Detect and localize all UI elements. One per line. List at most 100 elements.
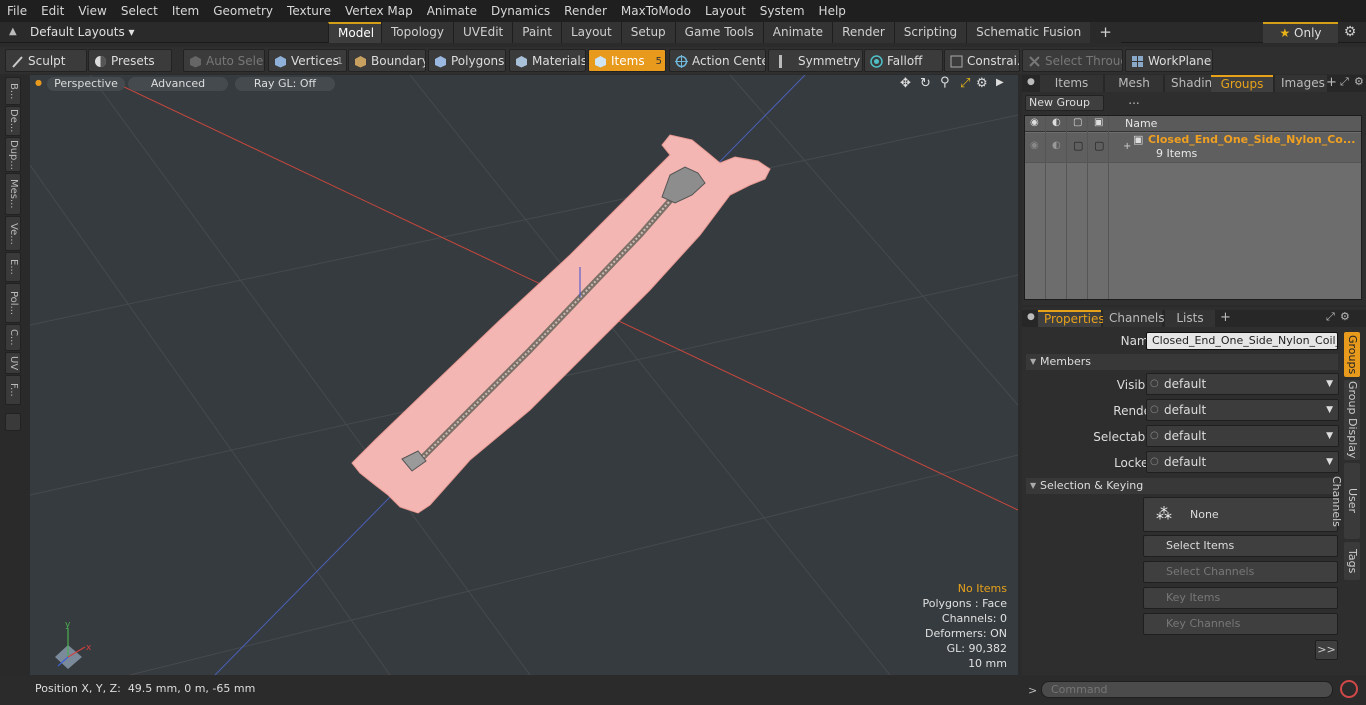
tab-setup[interactable]: Setup [620, 22, 675, 43]
layout-selector[interactable]: Default Layouts ▾ [30, 22, 135, 43]
sculpt-button[interactable]: Sculpt [5, 49, 87, 72]
selection-keying-section-header[interactable]: ▼ Selection & Keying [1026, 478, 1338, 494]
members-section-header[interactable]: ▼ Members [1026, 354, 1338, 370]
zoom-view-icon[interactable]: ⚲ [940, 75, 950, 90]
properties-expand-icon[interactable]: ⤢ [1326, 310, 1335, 324]
properties-dot-icon[interactable]: ● [1027, 312, 1035, 322]
left-tab-toggle[interactable] [5, 413, 21, 431]
menu-view[interactable]: View [71, 0, 113, 22]
select-header-icon[interactable]: ▢ [1073, 117, 1082, 128]
items-button[interactable]: Items 5 [588, 49, 666, 72]
menu-dynamics[interactable]: Dynamics [484, 0, 557, 22]
tab-properties[interactable]: Properties [1038, 310, 1105, 327]
lock-header-icon[interactable]: ▣ [1094, 117, 1103, 128]
menu-animate[interactable]: Animate [420, 0, 484, 22]
side-tab-groups[interactable]: Groups [1344, 332, 1360, 377]
workplane-button[interactable]: WorkPlane [1125, 49, 1213, 72]
tab-images[interactable]: Images [1275, 75, 1327, 92]
group-name-field[interactable]: Closed_End_One_Side_Nylon_Coil_Zip [1146, 332, 1338, 350]
menu-render[interactable]: Render [557, 0, 614, 22]
menu-file[interactable]: File [0, 0, 34, 22]
tab-schematic-fusion[interactable]: Schematic Fusion [966, 22, 1091, 43]
side-tab-tags[interactable]: Tags [1344, 542, 1360, 580]
menu-select[interactable]: Select [114, 0, 165, 22]
left-tab-basic[interactable]: B... [5, 77, 21, 105]
left-tab-mesh-edit[interactable]: Mes... [5, 173, 21, 215]
viewport-settings-icon[interactable]: ⚙ [976, 76, 988, 91]
falloff-button[interactable]: Falloff [864, 49, 943, 72]
left-tab-uv[interactable]: UV [5, 352, 21, 374]
materials-button[interactable]: Materials [509, 49, 586, 72]
panel-expand-icon[interactable]: ⤢ [1340, 75, 1349, 89]
tab-lists[interactable]: Lists [1165, 310, 1215, 327]
render-dropdown[interactable]: ○ default ▼ [1146, 399, 1339, 421]
auto-select-button[interactable]: Auto Select [183, 49, 265, 72]
record-macro-icon[interactable] [1340, 680, 1358, 698]
rotate-view-icon[interactable]: ↻ [920, 76, 931, 91]
menu-item[interactable]: Item [165, 0, 206, 22]
tab-model[interactable]: Model [328, 22, 381, 43]
tab-channels[interactable]: Channels [1103, 310, 1165, 327]
raygl-toggle[interactable]: Ray GL: Off [235, 77, 335, 91]
tab-items[interactable]: Items [1040, 75, 1103, 92]
menu-texture[interactable]: Texture [280, 0, 338, 22]
left-tab-fusion[interactable]: F... [5, 375, 21, 405]
more-button[interactable]: >> [1315, 640, 1338, 660]
tab-render[interactable]: Render [832, 22, 894, 43]
left-tab-deform[interactable]: De... [5, 106, 21, 136]
locked-dropdown[interactable]: ○ default ▼ [1146, 451, 1339, 473]
side-tab-user-channels[interactable]: User Channels [1330, 463, 1360, 539]
expand-icon[interactable]: + [1123, 141, 1131, 152]
boundary-button[interactable]: Boundary [348, 49, 426, 72]
menu-geometry[interactable]: Geometry [206, 0, 280, 22]
add-properties-tab-icon[interactable]: + [1220, 310, 1231, 325]
select-through-button[interactable]: Select Through [1022, 49, 1123, 72]
left-tab-edge[interactable]: E... [5, 252, 21, 282]
tab-animate[interactable]: Animate [762, 22, 833, 43]
tab-uvedit[interactable]: UVEdit [453, 22, 513, 43]
menu-maxtomodo[interactable]: MaxToModo [614, 0, 698, 22]
action-center-button[interactable]: Action Center [669, 49, 766, 72]
symmetry-button[interactable]: Symmetry [768, 49, 863, 72]
left-tab-vertex[interactable]: Ve... [5, 216, 21, 251]
select-mode-none-button[interactable]: ⁂ None [1143, 497, 1338, 532]
panel-gear-icon[interactable]: ⚙ [1354, 75, 1364, 88]
layout-up-icon[interactable]: ▲ [9, 26, 17, 37]
menu-edit[interactable]: Edit [34, 0, 71, 22]
viewport-dot-icon[interactable]: ● [35, 78, 42, 87]
select-channels-button[interactable]: Select Channels [1143, 561, 1338, 583]
tab-topology[interactable]: Topology [381, 22, 453, 43]
left-tab-polygon[interactable]: Pol... [5, 283, 21, 323]
gear-icon[interactable]: ⚙ [1340, 22, 1360, 43]
add-tab-button[interactable]: + [1090, 22, 1121, 43]
group-visibility-icon[interactable]: ◉ [1030, 140, 1039, 151]
menu-system[interactable]: System [753, 0, 812, 22]
menu-vertex-map[interactable]: Vertex Map [338, 0, 420, 22]
group-render-icon[interactable]: ◐ [1052, 140, 1061, 151]
new-group-button[interactable]: New Group [1025, 95, 1104, 111]
only-toggle[interactable]: ★ Only [1263, 22, 1338, 43]
tab-groups[interactable]: Groups [1211, 75, 1273, 92]
shading-mode-selector[interactable]: Advanced [128, 77, 228, 91]
polygons-button[interactable]: Polygons [428, 49, 506, 72]
tab-paint[interactable]: Paint [512, 22, 561, 43]
constraints-button[interactable]: Constrai... [944, 49, 1020, 72]
presets-button[interactable]: Presets [88, 49, 172, 72]
selectable-dropdown[interactable]: ○ default ▼ [1146, 425, 1339, 447]
visible-dropdown[interactable]: ○ default ▼ [1146, 373, 1339, 395]
view-mode-selector[interactable]: Perspective [47, 77, 125, 91]
left-tab-duplicate[interactable]: Dup... [5, 137, 21, 172]
select-items-button[interactable]: Select Items [1143, 535, 1338, 557]
command-input[interactable] [1041, 681, 1333, 698]
panel-dot-icon[interactable]: ● [1027, 77, 1035, 87]
tab-game-tools[interactable]: Game Tools [674, 22, 763, 43]
tab-scripting[interactable]: Scripting [893, 22, 967, 43]
menu-layout[interactable]: Layout [698, 0, 753, 22]
key-channels-button[interactable]: Key Channels [1143, 613, 1338, 635]
add-panel-tab-icon[interactable]: + [1326, 75, 1337, 90]
side-tab-group-display[interactable]: Group Display [1344, 380, 1360, 460]
viewport-expand-icon[interactable]: ▶ [996, 77, 1004, 88]
3d-viewport[interactable]: y x ● Perspective Advanced Ray GL: Off ✥… [30, 75, 1018, 675]
left-tab-curve[interactable]: C... [5, 324, 21, 351]
render-header-icon[interactable]: ◐ [1052, 117, 1061, 128]
